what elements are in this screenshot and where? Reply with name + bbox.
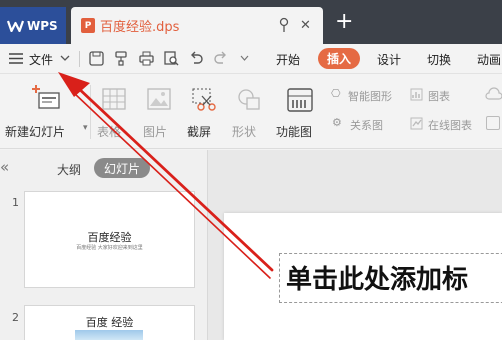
table-button[interactable]: 表格	[95, 83, 135, 141]
hamburger-menu-icon[interactable]	[9, 53, 23, 64]
online-chart-icon	[410, 117, 423, 130]
menu-bar: 文件 开始 插入 设计 切换 动画	[0, 44, 502, 74]
slide-page[interactable]: 单击此处添加标	[224, 213, 502, 340]
new-slide-label: 新建幻灯片	[5, 125, 66, 139]
online-chart-button[interactable]: 在线图表	[410, 114, 482, 134]
screenshot-label: 截屏	[187, 125, 212, 139]
relation-chart-label: 关系图	[350, 119, 383, 132]
relation-chart-button[interactable]: ⚙ 关系图	[331, 114, 403, 134]
table-label: 表格	[97, 125, 122, 139]
new-slide-icon	[32, 85, 60, 109]
slide-thumbnail-title: 百度经验	[87, 231, 132, 244]
cloud-icon[interactable]	[485, 87, 502, 101]
document-tab-title: 百度经验.dps	[100, 20, 180, 35]
shape-label: 形状	[232, 125, 257, 139]
tab-slides[interactable]: 幻灯片	[94, 158, 150, 178]
slide-number: 2	[12, 311, 19, 324]
slide-thumbnail-subtitle: 百度经验 大家好欢迎来到这里	[76, 245, 143, 251]
tab-insert[interactable]: 插入	[318, 48, 360, 69]
screenshot-button[interactable]: 截屏	[185, 83, 227, 141]
document-tab[interactable]: P 百度经验.dps ✕	[71, 7, 323, 44]
save-icon[interactable]	[89, 51, 104, 66]
print-preview-icon[interactable]	[164, 51, 179, 66]
relation-chart-icon: ⚙	[332, 116, 342, 129]
chevron-down-icon[interactable]	[60, 55, 70, 62]
tab-start[interactable]: 开始	[276, 51, 300, 68]
shape-button[interactable]: 形状	[230, 83, 272, 141]
title-placeholder-text: 单击此处添加标	[286, 265, 469, 295]
presentation-file-icon: P	[81, 18, 95, 33]
new-slide-button[interactable]: 新建幻灯片 ▾	[5, 83, 90, 141]
chart-label: 图表	[428, 90, 450, 103]
smartart-label: 智能图形	[348, 90, 392, 103]
slide-thumbnail-2[interactable]: 百度 经验	[24, 305, 195, 340]
table-icon	[102, 88, 126, 110]
new-slide-dropdown-icon[interactable]: ▾	[83, 123, 88, 133]
slide-sidebar: « 大纲 幻灯片 1 百度经验 百度经验 大家好欢迎来到这里 2 百度 经验	[0, 150, 208, 340]
redo-icon[interactable]	[213, 51, 228, 66]
collapse-sidebar-icon[interactable]: «	[0, 158, 9, 176]
tab-animation[interactable]: 动画	[477, 51, 501, 68]
undo-icon[interactable]	[189, 51, 204, 66]
wps-tab-label: WPS	[27, 18, 58, 33]
file-menu[interactable]: 文件	[29, 51, 53, 68]
picture-label: 图片	[143, 125, 168, 139]
screenshot-scissors-icon	[192, 88, 216, 111]
title-placeholder[interactable]: 单击此处添加标	[279, 253, 502, 303]
wps-home-tab[interactable]: WPS	[0, 7, 66, 44]
shape-icon	[238, 89, 260, 110]
picture-button[interactable]: 图片	[140, 83, 180, 141]
slide-thumbnail-1[interactable]: 百度经验 百度经验 大家好欢迎来到这里	[24, 191, 195, 288]
close-tab-icon[interactable]: ✕	[300, 18, 311, 33]
online-chart-label: 在线图表	[428, 119, 472, 132]
slide-thumbnail-title: 百度 经验	[85, 316, 134, 329]
more-icon[interactable]	[486, 116, 500, 130]
tab-design[interactable]: 设计	[377, 51, 401, 68]
slide-thumbnail-image	[75, 330, 143, 340]
insert-ribbon: 新建幻灯片 ▾ 表格 图片 截屏 形状 功能图 ⎔ 智能图形 图表 ⚙ 关系图 …	[0, 75, 502, 149]
smartart-button[interactable]: ⎔ 智能图形	[331, 85, 403, 105]
chart-icon	[410, 88, 423, 101]
wps-logo-icon	[7, 20, 24, 32]
tab-transition[interactable]: 切换	[427, 51, 451, 68]
function-chart-label: 功能图	[276, 125, 313, 139]
picture-icon	[147, 88, 171, 110]
chevron-down-icon[interactable]	[240, 55, 249, 61]
print-icon[interactable]	[139, 51, 154, 66]
format-painter-icon[interactable]	[114, 51, 129, 66]
function-chart-button[interactable]: 功能图	[276, 83, 326, 141]
tab-outline[interactable]: 大纲	[57, 161, 81, 178]
chart-button[interactable]: 图表	[410, 85, 460, 105]
slide-number: 1	[12, 196, 19, 209]
function-chart-icon	[287, 88, 313, 112]
smartart-icon: ⎔	[331, 87, 341, 100]
new-tab-button[interactable]: +	[335, 10, 353, 34]
pin-icon[interactable]	[277, 17, 291, 33]
